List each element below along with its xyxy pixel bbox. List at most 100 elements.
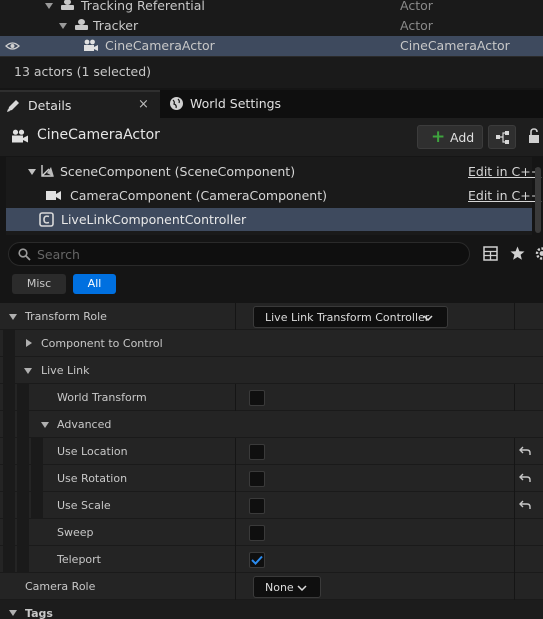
property-row-use-scale: Use Scale xyxy=(0,492,543,519)
globe-icon xyxy=(170,97,183,110)
outliner-row-type: Actor xyxy=(400,18,433,33)
pencil-icon xyxy=(7,100,19,112)
actor-name: CineCameraActor xyxy=(37,127,160,143)
component-label: LiveLinkComponentController xyxy=(61,212,247,227)
tab-bar: Details × World Settings xyxy=(0,90,543,118)
tab-world-settings[interactable]: World Settings xyxy=(162,90,312,118)
collapse-arrow-icon[interactable] xyxy=(9,610,17,616)
details-header: CineCameraActor + Add xyxy=(0,118,543,156)
scene-component-icon xyxy=(41,165,54,177)
collapse-arrow-icon[interactable] xyxy=(24,368,32,374)
component-tree-scrollbar[interactable] xyxy=(535,167,541,233)
lock-icon[interactable] xyxy=(527,128,541,144)
expand-arrow-icon[interactable] xyxy=(26,339,32,347)
filter-all-button[interactable]: All xyxy=(73,274,116,294)
visibility-eye-icon[interactable] xyxy=(5,41,20,51)
camera-icon xyxy=(46,191,61,200)
property-label: Use Scale xyxy=(57,499,111,512)
close-tab-icon[interactable]: × xyxy=(138,97,149,112)
chevron-down-icon xyxy=(297,585,307,591)
property-label: World Transform xyxy=(57,391,147,404)
property-label: Use Location xyxy=(57,445,128,458)
property-label: Use Rotation xyxy=(57,472,128,485)
property-label: Transform Role xyxy=(25,310,107,323)
teleport-checkbox[interactable] xyxy=(249,552,265,568)
transform-role-dropdown[interactable]: Live Link Transform Controller xyxy=(253,306,448,328)
chevron-down-icon xyxy=(423,315,433,321)
use-rotation-checkbox[interactable] xyxy=(249,471,265,487)
camera-role-dropdown[interactable]: None xyxy=(253,576,321,598)
actor-icon xyxy=(61,0,74,10)
reset-to-default-icon[interactable] xyxy=(518,444,532,458)
world-transform-checkbox[interactable] xyxy=(249,390,265,406)
sweep-checkbox[interactable] xyxy=(249,525,265,541)
property-label: Sweep xyxy=(57,526,94,539)
search-icon xyxy=(18,248,31,261)
livelink-component-icon xyxy=(39,212,54,227)
actor-icon xyxy=(75,19,88,30)
property-row-sweep: Sweep xyxy=(0,519,543,546)
property-row-world-transform: World Transform xyxy=(0,384,543,411)
component-tree: SceneComponent (SceneComponent) Edit in … xyxy=(6,157,541,235)
expand-arrow-icon[interactable] xyxy=(28,169,36,175)
component-label: CameraComponent (CameraComponent) xyxy=(70,188,327,203)
component-row-scene[interactable]: SceneComponent (SceneComponent) Edit in … xyxy=(6,160,541,183)
use-scale-checkbox[interactable] xyxy=(249,498,265,514)
outliner-row-label: Tracker xyxy=(93,18,139,33)
dropdown-value: Live Link Transform Controller xyxy=(265,311,430,324)
dropdown-value: None xyxy=(265,581,294,594)
property-row-component-to-control: Component to Control xyxy=(0,330,543,357)
outliner-row-label: CineCameraActor xyxy=(105,38,215,53)
reset-to-default-icon[interactable] xyxy=(518,498,532,512)
property-row-live-link: Live Link xyxy=(0,357,543,384)
outliner-row-type: CineCameraActor xyxy=(400,38,510,53)
property-label: Component to Control xyxy=(41,337,163,350)
edit-in-cpp-link[interactable]: Edit in C++ xyxy=(468,188,541,203)
divider xyxy=(0,56,543,57)
property-label: Camera Role xyxy=(25,580,96,593)
edit-in-cpp-link[interactable]: Edit in C++ xyxy=(468,164,541,179)
property-row-use-rotation: Use Rotation xyxy=(0,465,543,492)
property-row-tags: Tags xyxy=(0,600,543,619)
property-row-teleport: Teleport xyxy=(0,546,543,573)
search-input[interactable] xyxy=(37,246,457,262)
add-component-button[interactable]: + Add xyxy=(417,125,483,149)
expand-arrow-icon[interactable] xyxy=(45,3,53,9)
property-label: Live Link xyxy=(41,364,90,377)
tab-details-label: Details xyxy=(28,98,72,113)
outliner-row-type: Actor xyxy=(400,0,433,13)
component-row-livelink-controller[interactable]: LiveLinkComponentController xyxy=(6,208,532,231)
tab-world-settings-label: World Settings xyxy=(190,96,282,111)
plus-icon: + xyxy=(431,127,446,147)
blueprint-hierarchy-icon xyxy=(496,131,509,144)
use-location-checkbox[interactable] xyxy=(249,444,265,460)
category-label: Tags xyxy=(25,607,53,619)
checkmark-icon xyxy=(251,555,263,565)
property-row-advanced: Advanced xyxy=(0,411,543,438)
collapse-arrow-icon[interactable] xyxy=(9,314,17,320)
property-row-use-location: Use Location xyxy=(0,438,543,465)
property-row-camera-role: Camera Role None xyxy=(0,573,543,600)
reset-to-default-icon[interactable] xyxy=(518,471,532,485)
outliner-row-label: Tracking Referential xyxy=(81,0,205,13)
property-grid: Transform Role Live Link Transform Contr… xyxy=(0,303,543,619)
property-row-transform-role: Transform Role Live Link Transform Contr… xyxy=(0,303,543,330)
component-row-camera[interactable]: CameraComponent (CameraComponent) Edit i… xyxy=(6,184,541,207)
outliner-row-cinecameraactor[interactable]: CineCameraActor CineCameraActor xyxy=(0,36,543,56)
collapse-arrow-icon[interactable] xyxy=(41,422,49,428)
outliner-row-tracker[interactable]: Tracker Actor xyxy=(0,16,543,36)
blueprint-button[interactable] xyxy=(488,125,516,149)
outliner-panel: Tracking Referential Actor Tracker Actor… xyxy=(0,0,543,88)
cine-camera-icon xyxy=(84,39,98,51)
property-label: Teleport xyxy=(57,553,101,566)
table-view-icon[interactable] xyxy=(483,246,498,261)
expand-arrow-icon[interactable] xyxy=(59,23,67,29)
filter-misc-button[interactable]: Misc xyxy=(12,274,66,294)
tab-details[interactable]: Details × xyxy=(0,90,160,118)
outliner-row-tracking-referential[interactable]: Tracking Referential Actor xyxy=(0,0,543,16)
search-box[interactable] xyxy=(8,242,470,266)
property-label: Advanced xyxy=(57,418,112,431)
add-button-label: Add xyxy=(450,130,475,145)
star-icon[interactable] xyxy=(510,246,525,261)
gear-icon[interactable] xyxy=(534,245,543,262)
